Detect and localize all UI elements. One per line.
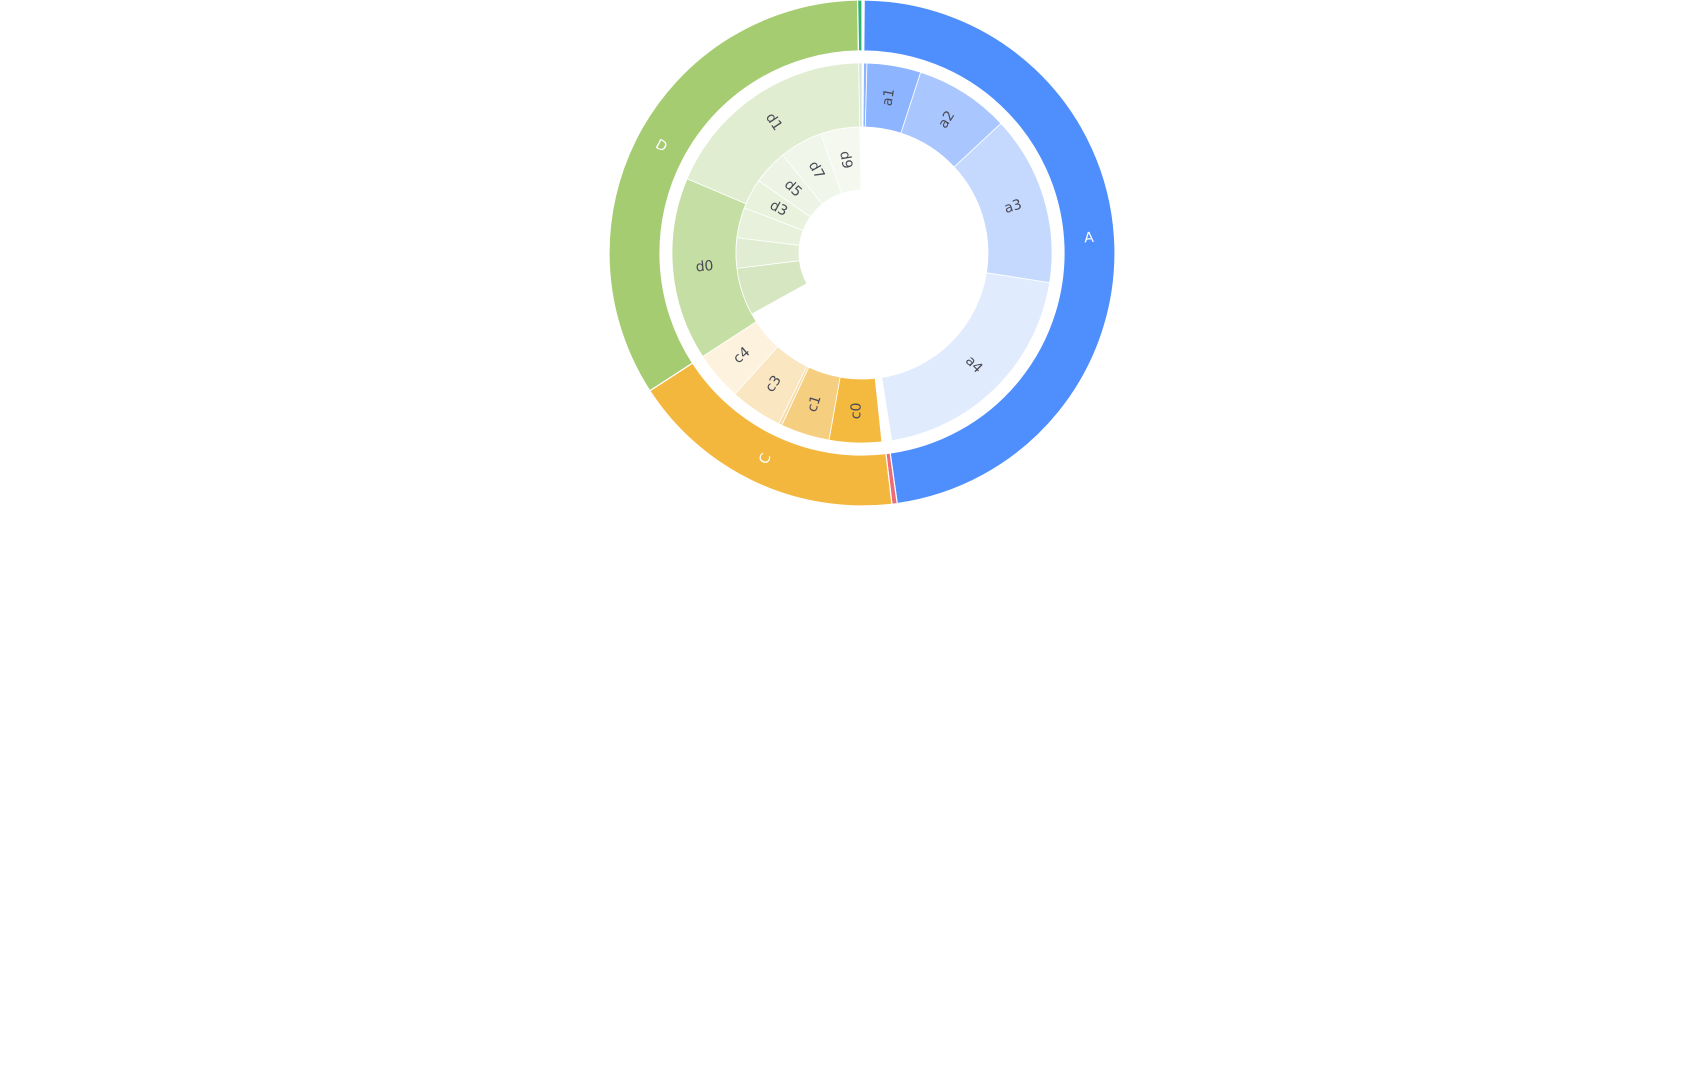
label-A: A (1084, 230, 1095, 247)
label-d0: d0 (695, 258, 714, 275)
label-a1: a1 (879, 87, 898, 107)
label-c0: c0 (848, 402, 865, 419)
sunburst-svg: ACDa1a2a3a4c0c1c3c4d0d1d3d5d7 d9 (608, 0, 1116, 507)
label-d9: d9 (836, 150, 855, 170)
sunburst-chart: A C Da1 a2 a3 a4 c0 c1 c3 c4 d0 d1 d3 d5 d7 d9 (0, 0, 1704, 1064)
segment-E[interactable] (856, 0, 863, 52)
segment-d-1[interactable] (736, 260, 808, 315)
